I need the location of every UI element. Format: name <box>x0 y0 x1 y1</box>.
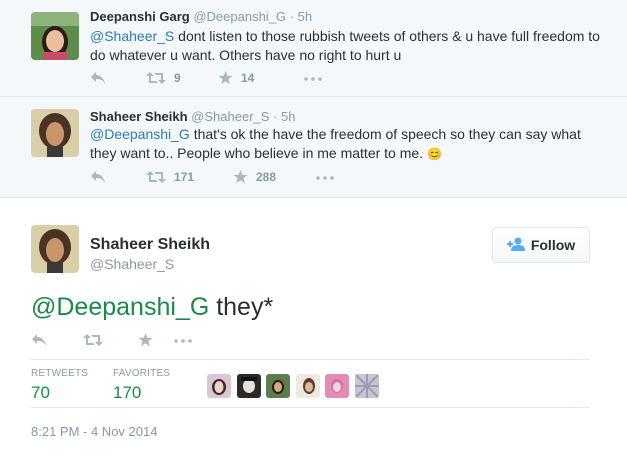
reply-icon <box>90 71 106 85</box>
retweet-button[interactable]: 9 <box>146 71 181 85</box>
tweet-text: @Deepanshi_G they* <box>31 290 273 324</box>
retweet-icon <box>146 71 166 85</box>
mention-link[interactable]: @Deepanshi_G <box>31 293 209 321</box>
author-handle[interactable]: @Shaheer_S <box>191 109 269 124</box>
retweet-count: 9 <box>174 71 181 85</box>
avatar[interactable] <box>266 374 290 398</box>
reply-icon <box>31 333 47 347</box>
author-name[interactable]: Deepanshi Garg <box>90 9 190 24</box>
tweet-text: @Deepanshi_G that's ok the have the free… <box>90 125 610 164</box>
more-button[interactable] <box>304 77 322 81</box>
more-icon <box>304 77 322 81</box>
retweets-count[interactable]: 70 <box>31 383 50 403</box>
author-name[interactable]: Shaheer Sheikh <box>90 236 210 254</box>
tweet-timestamp[interactable]: 8:21 PM - 4 Nov 2014 <box>31 424 157 439</box>
retweet-icon <box>146 170 166 184</box>
mention-link[interactable]: @Deepanshi_G <box>90 126 190 142</box>
avatar[interactable] <box>31 225 79 273</box>
author-handle[interactable]: @Shaheer_S <box>90 256 174 272</box>
follow-user-icon <box>506 237 531 254</box>
tweet-body: they* <box>209 293 274 321</box>
smile-emoji: 😊 <box>426 147 442 161</box>
favorite-icon <box>138 333 153 347</box>
more-button[interactable] <box>316 176 334 180</box>
tweet-time[interactable]: 5h <box>281 109 295 124</box>
reply-button[interactable] <box>90 170 106 184</box>
favorites-count[interactable]: 170 <box>113 383 141 403</box>
avatar[interactable] <box>325 374 349 398</box>
more-button[interactable] <box>174 339 192 343</box>
more-icon <box>174 339 192 343</box>
author-name[interactable]: Shaheer Sheikh <box>90 109 188 124</box>
avatar[interactable] <box>31 109 79 157</box>
favorites-label: FAVORITES <box>113 368 171 379</box>
avatar[interactable] <box>296 374 320 398</box>
reply-icon <box>90 170 106 184</box>
retweet-count: 171 <box>174 170 195 184</box>
favorite-icon <box>233 170 248 184</box>
more-icon <box>316 176 334 180</box>
favorite-button[interactable]: 14 <box>218 71 254 85</box>
reply-button[interactable] <box>31 333 47 347</box>
avatar[interactable] <box>237 374 261 398</box>
divider <box>31 359 590 360</box>
favorite-button[interactable] <box>138 333 153 347</box>
retweet-icon <box>83 333 103 347</box>
divider <box>31 407 590 408</box>
retweets-label: RETWEETS <box>31 368 89 379</box>
retweet-button[interactable] <box>83 333 103 347</box>
avatar[interactable] <box>355 374 379 398</box>
retweet-button[interactable]: 171 <box>146 170 194 184</box>
favorite-button[interactable]: 288 <box>233 170 276 184</box>
follow-label: Follow <box>530 237 576 253</box>
avatar[interactable] <box>31 12 79 60</box>
tweet-header: Deepanshi Garg @Deepanshi_G · 5h <box>90 9 313 24</box>
avatar[interactable] <box>207 374 231 398</box>
tweet-header: Shaheer Sheikh @Shaheer_S · 5h <box>90 109 296 124</box>
author-handle[interactable]: @Deepanshi_G <box>193 9 286 24</box>
tweet-time[interactable]: 5h <box>298 9 312 24</box>
favorite-count: 288 <box>256 170 277 184</box>
tweet-reply-2[interactable]: Shaheer Sheikh @Shaheer_S · 5h @Deepansh… <box>0 97 627 198</box>
favorite-icon <box>218 71 233 85</box>
reply-button[interactable] <box>90 71 106 85</box>
favorite-count: 14 <box>241 71 255 85</box>
tweet-text: @Shaheer_S dont listen to those rubbish … <box>90 27 610 65</box>
tweet-reply-1[interactable]: Deepanshi Garg @Deepanshi_G · 5h @Shahee… <box>0 0 627 97</box>
follow-button[interactable]: Follow <box>492 227 590 263</box>
mention-link[interactable]: @Shaheer_S <box>90 28 174 44</box>
